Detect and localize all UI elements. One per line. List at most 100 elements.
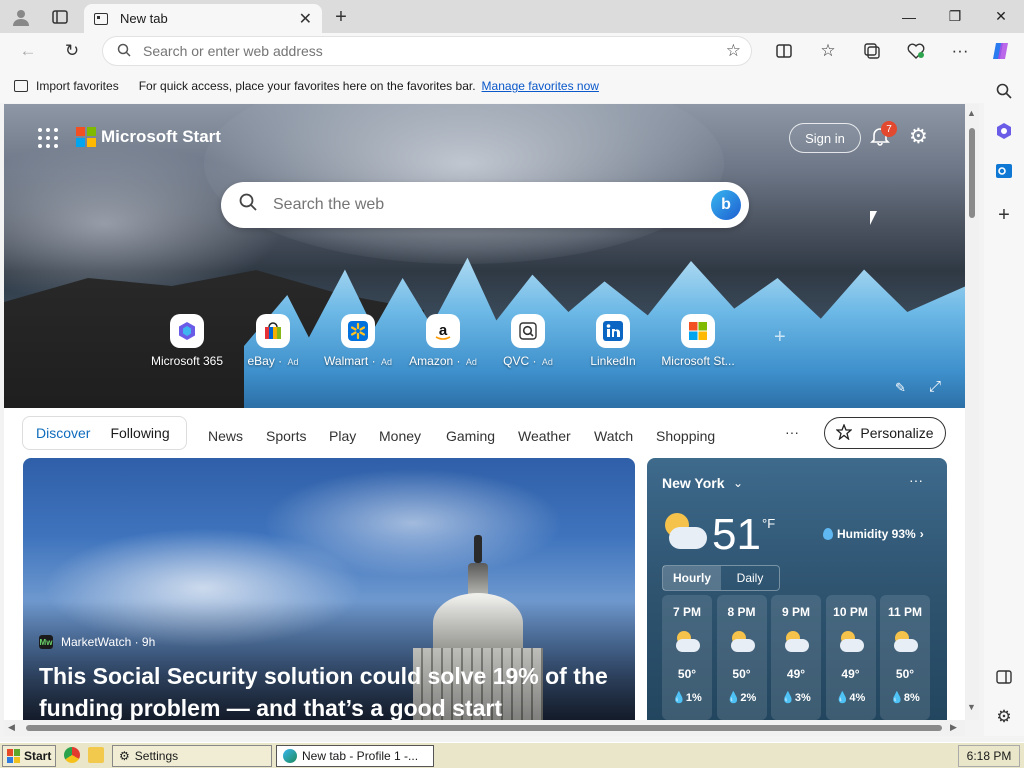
tab-sports[interactable]: Sports <box>266 428 306 444</box>
file-explorer-icon[interactable] <box>88 747 104 763</box>
tab-discover[interactable]: Discover <box>36 425 90 441</box>
brand-title[interactable]: Microsoft Start <box>101 127 221 147</box>
forecast-time: 8 PM <box>727 605 756 619</box>
scroll-right-icon[interactable]: ▶ <box>950 722 957 733</box>
address-input[interactable] <box>143 43 703 59</box>
tab-shopping[interactable]: Shopping <box>656 428 715 444</box>
weather-card[interactable]: New York ⌄ ··· 51 °F Humidity 93% › Hour… <box>647 458 947 720</box>
news-headline[interactable]: This Social Security solution could solv… <box>39 660 619 720</box>
close-tab-icon[interactable]: ✕ <box>299 9 312 29</box>
microsoft-365-icon[interactable] <box>992 119 1016 143</box>
quick-link-0[interactable]: Microsoft 365 <box>144 314 230 374</box>
search-icon[interactable] <box>992 79 1016 103</box>
settings-gear-icon[interactable]: ⚙ <box>909 124 928 149</box>
chevron-down-icon[interactable]: ⌄ <box>733 476 743 490</box>
outlook-icon[interactable] <box>992 159 1016 183</box>
quick-link-name: eBay <box>247 354 275 368</box>
humidity-indicator[interactable]: Humidity 93% › <box>823 527 924 541</box>
address-bar[interactable]: ☆ <box>103 37 751 65</box>
favorite-star-icon[interactable]: ☆ <box>726 41 741 61</box>
tab-new-tab[interactable]: New tab ✕ <box>84 4 322 33</box>
weather-more-icon[interactable]: ··· <box>909 472 923 488</box>
vertical-scroll-thumb[interactable] <box>969 128 975 218</box>
split-screen-icon[interactable] <box>772 40 796 62</box>
settings-gear-icon: ⚙ <box>119 749 130 763</box>
quick-link-label: Walmart · Ad <box>324 354 392 368</box>
edit-background-icon[interactable]: ✎ <box>895 380 906 396</box>
collections-icon[interactable] <box>860 40 884 62</box>
tab-hourly[interactable]: Hourly <box>663 566 721 590</box>
taskbar-new-tab[interactable]: New tab - Profile 1 -... <box>276 745 434 767</box>
manage-favorites-link[interactable]: Manage favorites now <box>482 79 599 93</box>
quick-link-5[interactable]: LinkedIn <box>570 314 656 374</box>
hide-sidebar-icon[interactable] <box>992 665 1016 689</box>
partly-cloudy-night-icon <box>892 631 918 653</box>
sidebar-settings-icon[interactable]: ⚙ <box>992 705 1016 729</box>
quick-link-4[interactable]: QVC · Ad <box>485 314 571 374</box>
forecast-precipitation: 💧2% <box>726 692 757 704</box>
chrome-icon[interactable] <box>64 747 80 763</box>
import-favorites-button[interactable]: Import favorites <box>14 79 119 93</box>
back-icon[interactable]: ← <box>16 40 40 62</box>
hourly-forecast-item[interactable]: 7 PM 50° 💧1% <box>662 595 712 720</box>
tab-gaming[interactable]: Gaming <box>446 428 495 444</box>
horizontal-scrollbar[interactable]: ◀ ▶ <box>4 720 965 736</box>
chevron-right-icon: › <box>919 527 924 541</box>
quick-link-1[interactable]: eBay · Ad <box>230 314 316 374</box>
horizontal-scroll-thumb[interactable] <box>26 725 942 731</box>
tab-news[interactable]: News <box>208 428 243 444</box>
weather-city[interactable]: New York <box>662 475 725 491</box>
app-launcher-icon[interactable] <box>38 128 58 148</box>
import-favorites-label: Import favorites <box>36 79 119 93</box>
taskbar-new-tab-label: New tab - Profile 1 -... <box>302 749 419 763</box>
web-search-input[interactable] <box>273 196 693 214</box>
hourly-forecast-item[interactable]: 9 PM 49° 💧3% <box>771 595 821 720</box>
tab-play[interactable]: Play <box>329 428 356 444</box>
tab-money[interactable]: Money <box>379 428 421 444</box>
favorites-icon[interactable]: ☆ <box>816 40 840 62</box>
browser-essentials-icon[interactable] <box>904 40 928 62</box>
news-card[interactable]: Mw MarketWatch · 9h This Social Security… <box>23 458 635 720</box>
sign-in-button[interactable]: Sign in <box>789 123 861 153</box>
minimize-button[interactable]: — <box>886 0 932 33</box>
scroll-down-icon[interactable]: ▼ <box>967 702 976 712</box>
web-search-box[interactable]: b <box>221 182 749 228</box>
news-source-label: MarketWatch · 9h <box>61 635 156 649</box>
refresh-icon[interactable]: ↻ <box>60 40 84 62</box>
more-sections-button[interactable]: ··· <box>785 424 799 440</box>
hourly-forecast-item[interactable]: 11 PM 50° 💧8% <box>880 595 930 720</box>
tab-following[interactable]: Following <box>110 425 169 441</box>
hourly-forecast-item[interactable]: 8 PM 50° 💧2% <box>716 595 767 720</box>
scroll-left-icon[interactable]: ◀ <box>8 722 15 733</box>
close-window-button[interactable]: ✕ <box>978 0 1024 33</box>
hourly-forecast-item[interactable]: 10 PM 49° 💧4% <box>825 595 876 720</box>
tab-daily[interactable]: Daily <box>721 566 779 590</box>
new-tab-icon[interactable]: + <box>330 6 352 28</box>
quick-link-3[interactable]: a Amazon · Ad <box>400 314 486 374</box>
tab-weather[interactable]: Weather <box>518 428 571 444</box>
add-quick-link-icon[interactable]: + <box>774 326 786 349</box>
precipitation-value: 1% <box>685 692 702 704</box>
quick-link-6[interactable]: Microsoft St... <box>655 314 741 374</box>
forecast-time: 11 PM <box>887 605 923 619</box>
restore-button[interactable]: ❐ <box>932 0 978 33</box>
scroll-up-icon[interactable]: ▲ <box>967 108 976 118</box>
taskbar-settings[interactable]: ⚙ Settings <box>112 745 272 767</box>
tab-actions-icon[interactable] <box>49 6 71 28</box>
personalize-button[interactable]: Personalize <box>824 417 946 449</box>
taskbar: Start ⚙ Settings New tab - Profile 1 -..… <box>0 742 1024 768</box>
quick-link-label: LinkedIn <box>590 354 635 368</box>
quick-link-2[interactable]: Walmart · Ad <box>315 314 401 374</box>
start-button[interactable]: Start <box>2 745 56 767</box>
profile-icon[interactable] <box>10 6 32 28</box>
expand-background-icon[interactable]: ⤢ <box>929 378 941 395</box>
forecast-time: 10 PM <box>833 605 868 619</box>
copilot-icon[interactable] <box>990 40 1014 62</box>
bing-chat-icon[interactable]: b <box>711 190 741 220</box>
vertical-scrollbar[interactable]: ▲ ▼ <box>965 104 979 720</box>
forecast-temp: 50° <box>895 667 915 681</box>
add-sidebar-app-icon[interactable]: + <box>992 203 1016 227</box>
tab-watch[interactable]: Watch <box>594 428 633 444</box>
humidity-label: Humidity 93% <box>837 527 916 541</box>
more-menu-icon[interactable]: ··· <box>948 40 972 62</box>
